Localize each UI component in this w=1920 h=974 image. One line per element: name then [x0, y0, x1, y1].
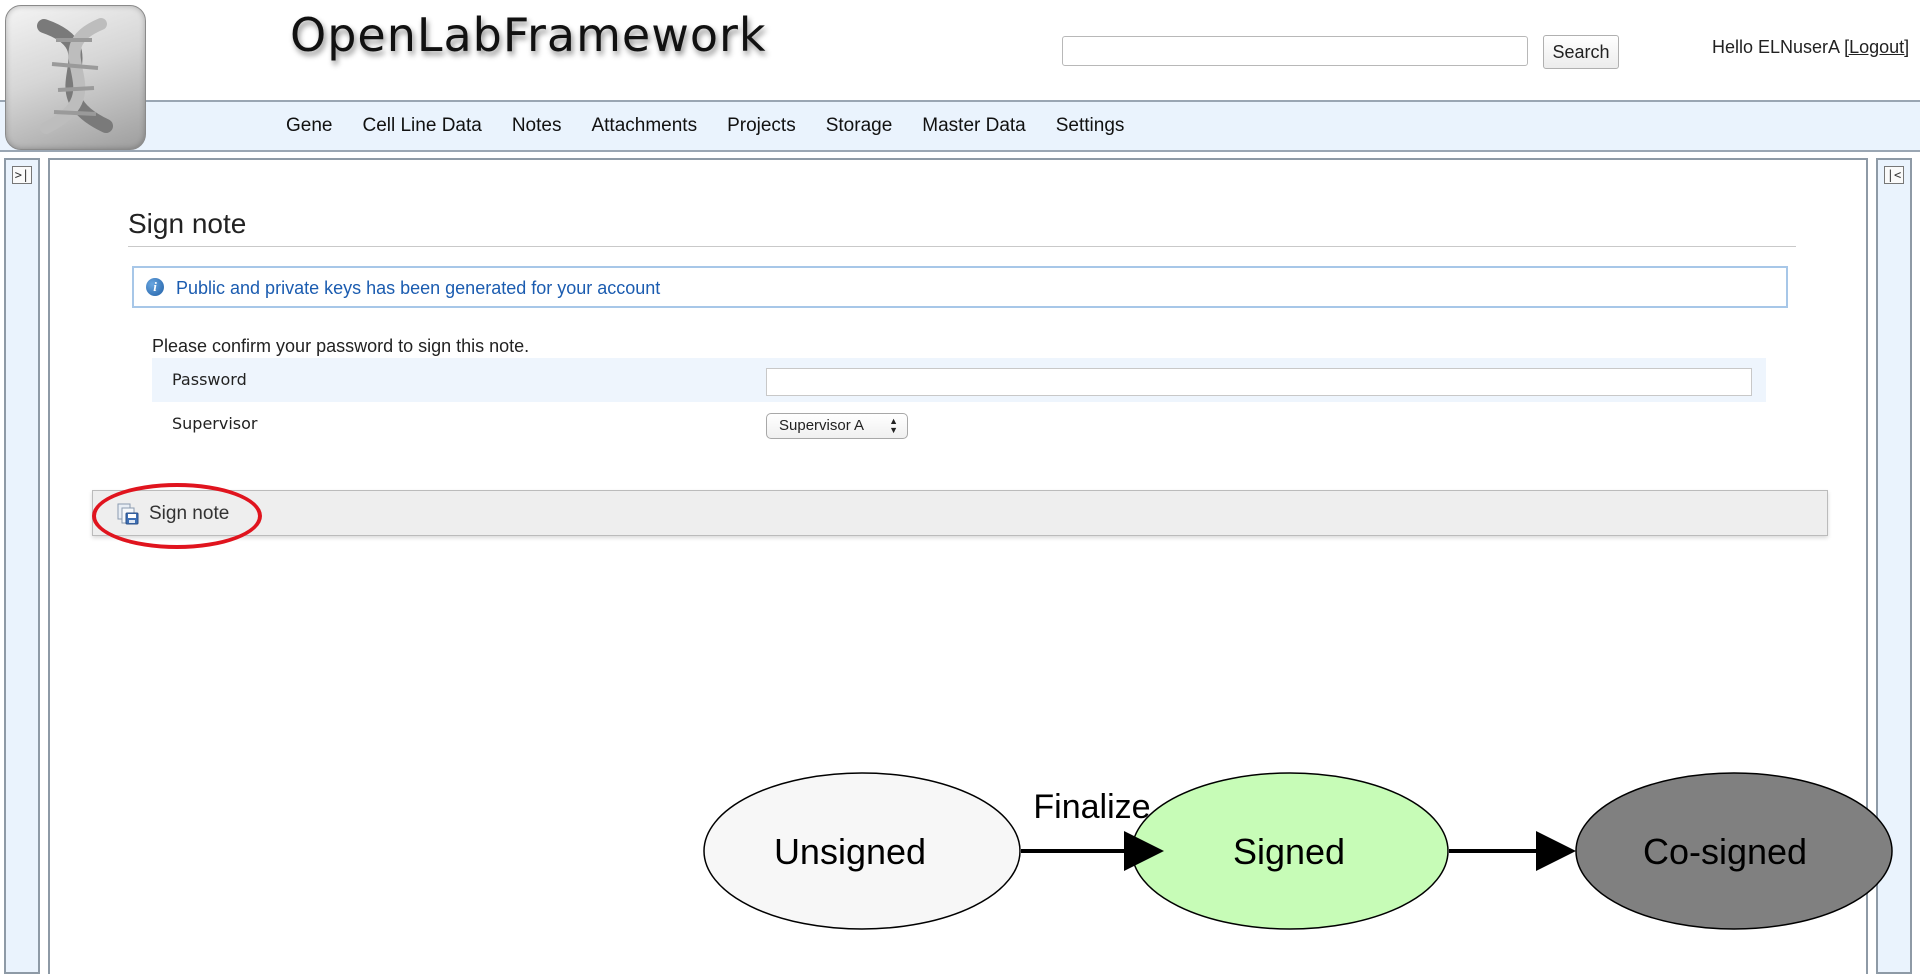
nav-item-master-data[interactable]: Master Data — [922, 115, 1025, 137]
user-greeting: Hello ELNuserA [Logout] — [1712, 37, 1909, 58]
nav-item-notes[interactable]: Notes — [512, 115, 562, 137]
nav-item-attachments[interactable]: Attachments — [591, 115, 697, 137]
page-title: Sign note — [128, 208, 247, 239]
nav-item-gene[interactable]: Gene — [286, 115, 332, 137]
sign-document-icon — [117, 503, 139, 525]
info-message-box: i Public and private keys has been gener… — [132, 266, 1788, 308]
info-message-text: Public and private keys has been generat… — [176, 278, 661, 298]
nav-item-cell-line-data[interactable]: Cell Line Data — [362, 115, 481, 137]
dna-helix-graphic — [37, 18, 113, 134]
supervisor-row: Supervisor Supervisor A ▲ ▼ — [152, 402, 1766, 446]
greeting-text: Hello ELNuserA — [1712, 37, 1845, 57]
sign-note-label: Sign note — [149, 503, 230, 524]
password-field[interactable] — [766, 368, 1752, 396]
action-toolbar: Sign note — [92, 490, 1828, 536]
main-navigation: Gene Cell Line Data Notes Attachments Pr… — [0, 100, 1920, 152]
right-side-panel: |< — [1876, 158, 1912, 974]
dna-logo-icon[interactable] — [5, 5, 146, 150]
app-title: OpenLabFramework — [290, 8, 767, 62]
confirm-instruction: Please confirm your password to sign thi… — [152, 336, 530, 356]
up-down-arrows-icon: ▲ ▼ — [889, 416, 898, 435]
supervisor-label: Supervisor — [172, 414, 258, 433]
info-icon: i — [146, 278, 164, 296]
expand-right-panel-icon[interactable]: |< — [1884, 166, 1904, 184]
supervisor-select[interactable]: Supervisor A ▲ ▼ — [766, 413, 908, 439]
nav-item-projects[interactable]: Projects — [727, 115, 796, 137]
nav-menu: Gene Cell Line Data Notes Attachments Pr… — [286, 102, 1154, 150]
password-label: Password — [172, 370, 247, 389]
password-row: Password — [152, 358, 1766, 402]
left-side-panel: >| — [4, 158, 40, 974]
logout-link[interactable]: [Logout] — [1844, 37, 1909, 57]
supervisor-selected-value: Supervisor A — [779, 417, 865, 434]
sign-note-button[interactable]: Sign note — [117, 499, 229, 529]
nav-item-settings[interactable]: Settings — [1056, 115, 1125, 137]
search-button[interactable]: Search — [1543, 35, 1619, 69]
search-input[interactable] — [1062, 36, 1528, 66]
expand-left-panel-icon[interactable]: >| — [12, 166, 32, 184]
app-header: OpenLabFramework Search Hello ELNuserA [… — [0, 0, 1920, 150]
nav-item-storage[interactable]: Storage — [826, 115, 893, 137]
title-divider — [128, 246, 1796, 247]
